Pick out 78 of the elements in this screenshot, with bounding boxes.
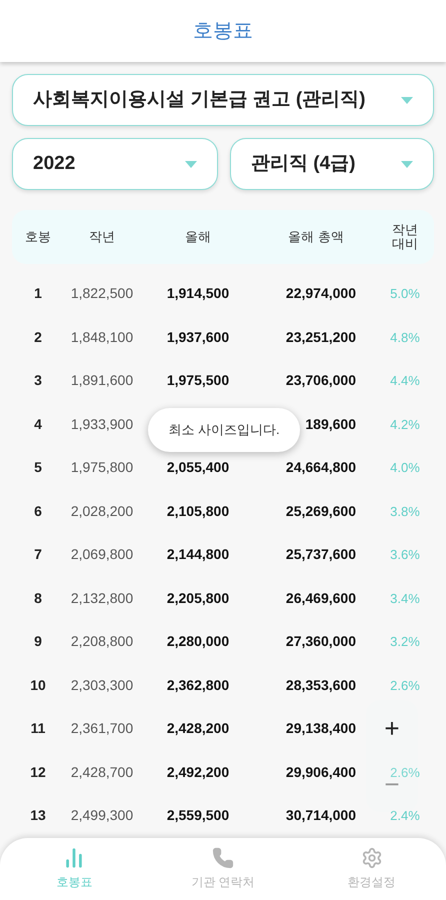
- table-cell-text: 13: [29, 806, 47, 826]
- table-cell-text: 6: [33, 502, 43, 521]
- table-cell-text: 2,280,000: [166, 632, 230, 652]
- dropdown-select[interactable]: 관리직 (4급): [230, 138, 434, 190]
- dropdown-select[interactable]: 사회복지이용시설 기본급 권고 (관리직): [12, 74, 434, 126]
- table-cell-text: 2,144,800: [166, 545, 230, 564]
- table-cell-text: 2,028,200: [70, 502, 134, 521]
- column-header: 작년 대비: [391, 223, 419, 251]
- dropdown-select[interactable]: 2022: [12, 138, 218, 190]
- table-cell-text: 12: [29, 762, 47, 782]
- table-cell-text: 23,706,000: [284, 371, 357, 390]
- table-cell-text: 2,205,800: [166, 588, 230, 608]
- column-header: 올해: [184, 230, 212, 244]
- table-cell-text: 3.8%: [389, 502, 421, 520]
- table-cell-text: 2,208,800: [70, 632, 134, 652]
- toast-message: 최소 사이즈입니다.: [148, 408, 300, 452]
- table-cell-text: 4.4%: [389, 372, 421, 390]
- table-cell-text: 28,353,600: [284, 676, 357, 695]
- table-cell-text: 25,737,600: [284, 545, 357, 564]
- table-cell-text: 4.0%: [389, 459, 421, 477]
- table-cell-text: 23,251,200: [284, 328, 357, 347]
- table-cell-text: 3: [33, 371, 43, 390]
- table-cell-text: 5.0%: [389, 285, 421, 303]
- table-cell-text: 1,891,600: [70, 371, 134, 390]
- gear-icon: [360, 847, 383, 869]
- header-title: 호봉표: [193, 19, 253, 44]
- table-cell-text: 25,269,600: [284, 502, 357, 521]
- table-cell-text: 1,975,500: [166, 371, 230, 390]
- table-cell-text: 29,906,400: [284, 762, 357, 782]
- table-cell-text: 3.2%: [389, 633, 421, 651]
- table-cell-text: 2,559,500: [166, 806, 230, 826]
- table-cell-text: 26,469,600: [284, 588, 357, 608]
- table-cell-text: 2.6%: [389, 764, 421, 782]
- table-cell-text: 1,848,100: [70, 328, 134, 347]
- dropdown-caret-icon: [401, 96, 413, 104]
- table-cell-text: 24,664,800: [284, 458, 357, 478]
- table-cell-text: 4.8%: [389, 328, 421, 346]
- table-cell-text: 22,974,000: [284, 284, 357, 304]
- table-cell-text: 2,428,200: [166, 719, 230, 738]
- table-cell-text: 29,138,400: [284, 719, 357, 738]
- table-cell-text: 7: [33, 545, 43, 564]
- table-cell-text: 3.4%: [389, 590, 421, 608]
- table-cell-text: 2,428,700: [70, 762, 134, 782]
- table-cell-text: 2,132,800: [70, 588, 134, 608]
- table-cell-text: 2,055,400: [166, 458, 230, 478]
- dropdown-caret-icon: [401, 160, 413, 168]
- table-cell-text: 2,361,700: [70, 719, 134, 738]
- table-cell-text: 1,914,500: [166, 284, 230, 304]
- table-cell-text: 2,362,800: [166, 676, 230, 695]
- column-header: 호봉: [24, 230, 52, 244]
- table-cell-text: 2,303,300: [70, 676, 134, 695]
- table-cell-text: 4: [33, 414, 43, 434]
- table-cell-text: 2,069,800: [70, 545, 134, 564]
- table-cell-text: 2,492,200: [166, 762, 230, 782]
- table-cell-text: 8: [33, 588, 43, 608]
- table-cell-text: 4.2%: [389, 416, 421, 434]
- table-cell-text: 2,499,300: [70, 806, 134, 826]
- zoom-in-button[interactable]: +: [384, 715, 400, 741]
- table-cell-text: 1,975,800: [70, 458, 134, 478]
- dropdown-caret-icon: [185, 160, 197, 168]
- table-cell-text: 9: [33, 632, 43, 652]
- column-header: 작년: [88, 230, 116, 244]
- table-cell-text: 10: [29, 676, 47, 695]
- table-cell-text: 2.4%: [389, 807, 421, 825]
- table-cell-text: 2.6%: [389, 676, 421, 694]
- column-header: 올해 총액: [287, 230, 345, 244]
- table-cell-text: 1: [33, 284, 43, 304]
- phone-icon: [212, 847, 234, 869]
- table-cell-text: 1,937,600: [166, 328, 230, 347]
- table-cell-text: 30,714,000: [284, 806, 357, 826]
- table-cell-text: 3.6%: [389, 546, 421, 564]
- table-cell-text: 5: [33, 458, 43, 478]
- table-cell-text: 11: [30, 719, 46, 738]
- table-cell-text: 27,360,000: [284, 632, 357, 652]
- table-cell-text: 2: [33, 328, 43, 347]
- table-cell-text: 1,933,900: [70, 414, 134, 434]
- table-cell-text: 2,105,800: [166, 502, 230, 521]
- table-cell-text: 1,822,500: [70, 284, 134, 304]
